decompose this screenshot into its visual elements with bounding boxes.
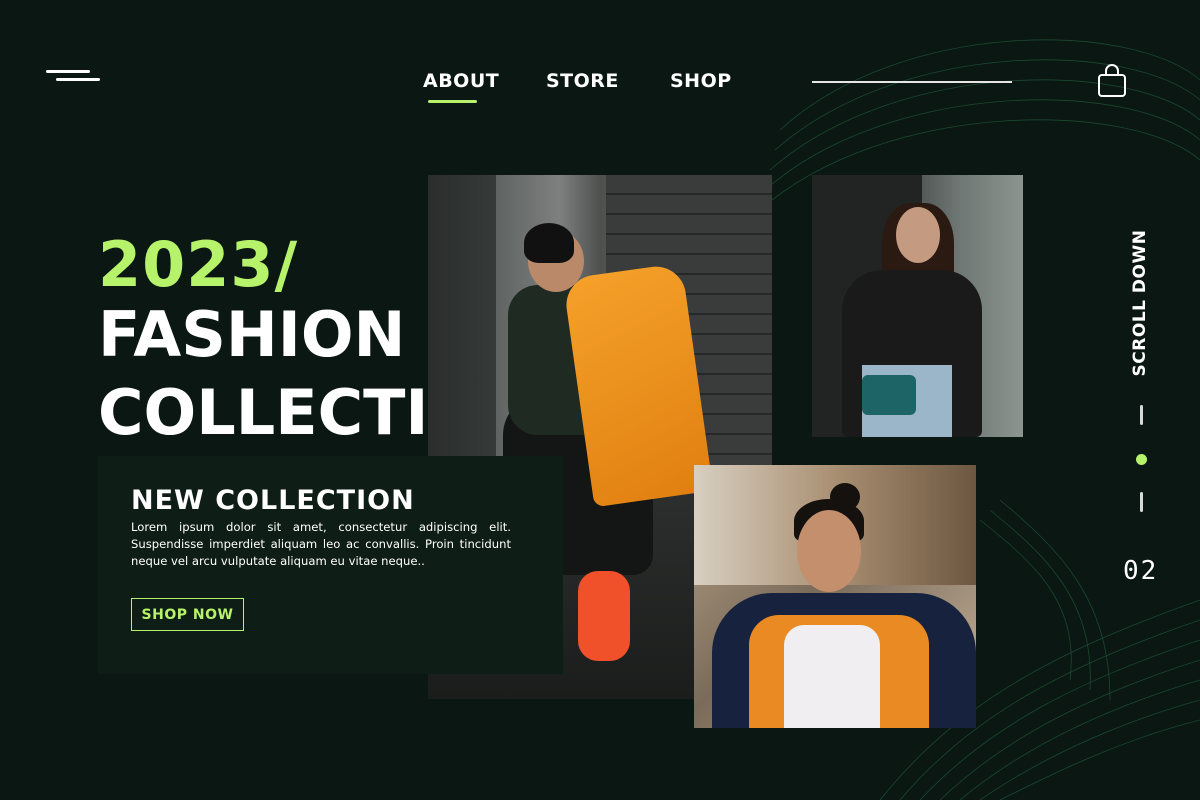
scroll-down-link[interactable]: SCROLL DOWN [1123,230,1157,377]
fashion-photo-bottom-right [694,465,976,728]
nav-item-store[interactable]: STORE [546,70,619,92]
slide-indicator-active[interactable] [1136,454,1147,465]
nav-active-indicator [428,100,477,103]
nav-divider-line [812,81,1012,83]
shop-now-button[interactable]: SHOP NOW [131,598,244,631]
page-number: 02 [1123,556,1159,586]
menu-icon[interactable] [46,68,100,86]
fashion-photo-top-right [812,175,1023,437]
hero-year: 2023/ [98,228,299,301]
shopping-bag-icon[interactable] [1097,64,1127,98]
collection-title: NEW COLLECTION [131,485,415,516]
nav-item-shop[interactable]: SHOP [670,70,732,92]
nav-item-about[interactable]: ABOUT [423,70,499,92]
collection-description: Lorem ipsum dolor sit amet, consectetur … [131,520,511,568]
scroll-down-label: SCROLL DOWN [1130,229,1150,377]
slide-indicator-1[interactable] [1140,405,1143,425]
slide-indicator-3[interactable] [1140,492,1143,512]
